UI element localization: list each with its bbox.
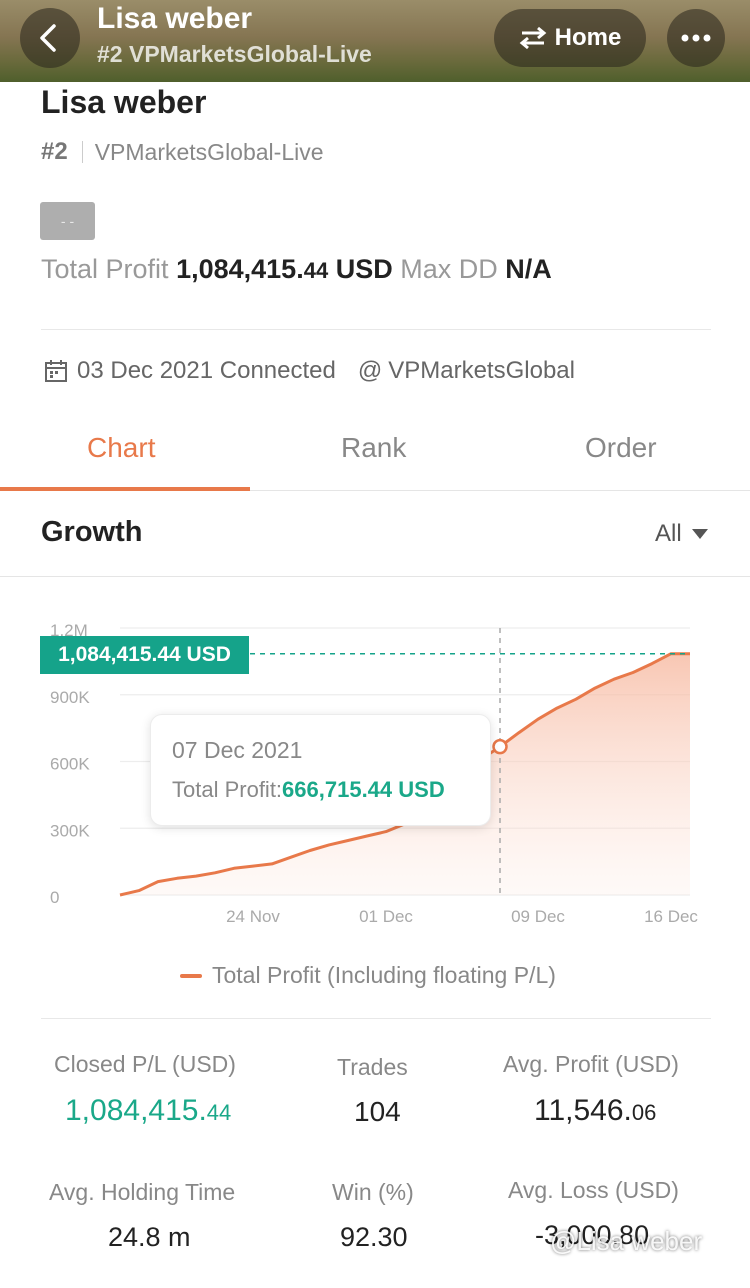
swap-arrows-icon [519, 26, 546, 50]
active-tab-indicator [0, 487, 250, 491]
divider [0, 576, 750, 577]
x-tick-label: 09 Dec [511, 907, 565, 926]
avg-profit-label: Avg. Profit (USD) [503, 1051, 679, 1077]
x-tick-label: 24 Nov [226, 907, 280, 926]
tooltip-date: 07 Dec 2021 [172, 737, 303, 763]
divider [41, 1018, 711, 1019]
legend-swatch [180, 973, 202, 978]
current-value-tag: 1,084,415.44 USD [40, 636, 249, 674]
chevron-left-icon [40, 24, 56, 52]
total-profit-value: 1,084,415.44 USD [176, 254, 393, 284]
avg-holding-value: 24.8 m [108, 1222, 191, 1252]
win-label: Win (%) [332, 1179, 414, 1205]
tooltip-label: Total Profit: [172, 777, 283, 802]
server-name: VPMarketsGlobal-Live [94, 138, 324, 165]
top-bar: Lisa weber #2 VPMarketsGlobal-Live Home [0, 0, 750, 82]
chart-legend: Total Profit (Including floating P/L) [180, 962, 556, 989]
tooltip-amount: 666,715.44 USD [282, 777, 445, 802]
total-profit-line: Total Profit 1,084,415.44 USD Max DD N/A [41, 254, 552, 285]
y-tick-label: 0 [50, 888, 59, 907]
y-tick-label: 300K [50, 821, 90, 840]
closed-pl-dec: 44 [206, 1100, 232, 1125]
legend-label: Total Profit (Including floating P/L) [212, 962, 556, 988]
watermark: @Lisa weber [550, 1226, 703, 1256]
trades-value: 104 [354, 1096, 401, 1127]
avg-profit-int: 11,546. [534, 1094, 632, 1127]
win-value: 92.30 [340, 1222, 408, 1252]
avg-profit-dec: 06 [631, 1100, 657, 1125]
connected-date: 03 Dec 2021 Connected [77, 357, 336, 384]
max-dd-value: N/A [505, 254, 552, 284]
growth-title: Growth [41, 516, 143, 548]
rank-number: #2 [41, 138, 68, 165]
x-tick-label: 01 Dec [359, 907, 413, 926]
closed-pl-int: 1,084,415. [65, 1094, 207, 1127]
at-icon: @ [357, 357, 383, 384]
home-button[interactable]: Home [494, 9, 646, 67]
caret-down-icon [691, 529, 708, 539]
max-dd-label: Max DD [400, 254, 498, 284]
total-profit-dec: 44 [303, 258, 329, 283]
avg-loss-label: Avg. Loss (USD) [508, 1177, 679, 1203]
total-profit-unit: USD [335, 254, 393, 284]
calendar-icon [45, 360, 67, 382]
rank-line: #2 VPMarketsGlobal-Live [41, 138, 324, 166]
chart-tooltip: 07 Dec 2021 Total Profit:666,715.44 USD [150, 714, 491, 826]
header-title: Lisa weber [97, 2, 253, 35]
trades-label: Trades [337, 1054, 408, 1080]
avg-profit-value: 11,546.06 [534, 1094, 656, 1128]
broker-name: VPMarketsGlobal [388, 357, 575, 384]
x-tick-label: 16 Dec [644, 907, 698, 926]
tooltip-value: Total Profit:666,715.44 USD [172, 777, 445, 803]
rank-separator [81, 141, 83, 163]
y-tick-label: 600K [50, 755, 90, 774]
y-tick-label: 900K [50, 688, 90, 707]
connection-info: 03 Dec 2021 Connected @ VPMarketsGlobal [43, 357, 575, 385]
tab-rank[interactable]: Rank [341, 432, 406, 464]
back-button[interactable] [20, 8, 80, 68]
range-filter-dropdown[interactable]: All [655, 520, 708, 548]
highlight-point [492, 738, 508, 755]
more-button[interactable] [667, 9, 725, 67]
home-label: Home [554, 24, 622, 51]
tab-chart[interactable]: Chart [87, 432, 155, 464]
more-dots-icon [681, 34, 711, 42]
trader-name: Lisa weber [41, 84, 207, 120]
status-badge: - - [40, 202, 95, 240]
closed-pl-label: Closed P/L (USD) [54, 1051, 236, 1077]
divider [41, 329, 711, 330]
header-subtitle: #2 VPMarketsGlobal-Live [97, 41, 372, 67]
tab-order[interactable]: Order [585, 432, 657, 464]
closed-pl-value: 1,084,415.44 [65, 1094, 231, 1128]
total-profit-int: 1,084,415. [176, 254, 304, 284]
range-filter-value: All [655, 520, 682, 547]
total-profit-label: Total Profit [41, 254, 169, 284]
avg-holding-label: Avg. Holding Time [49, 1179, 236, 1205]
